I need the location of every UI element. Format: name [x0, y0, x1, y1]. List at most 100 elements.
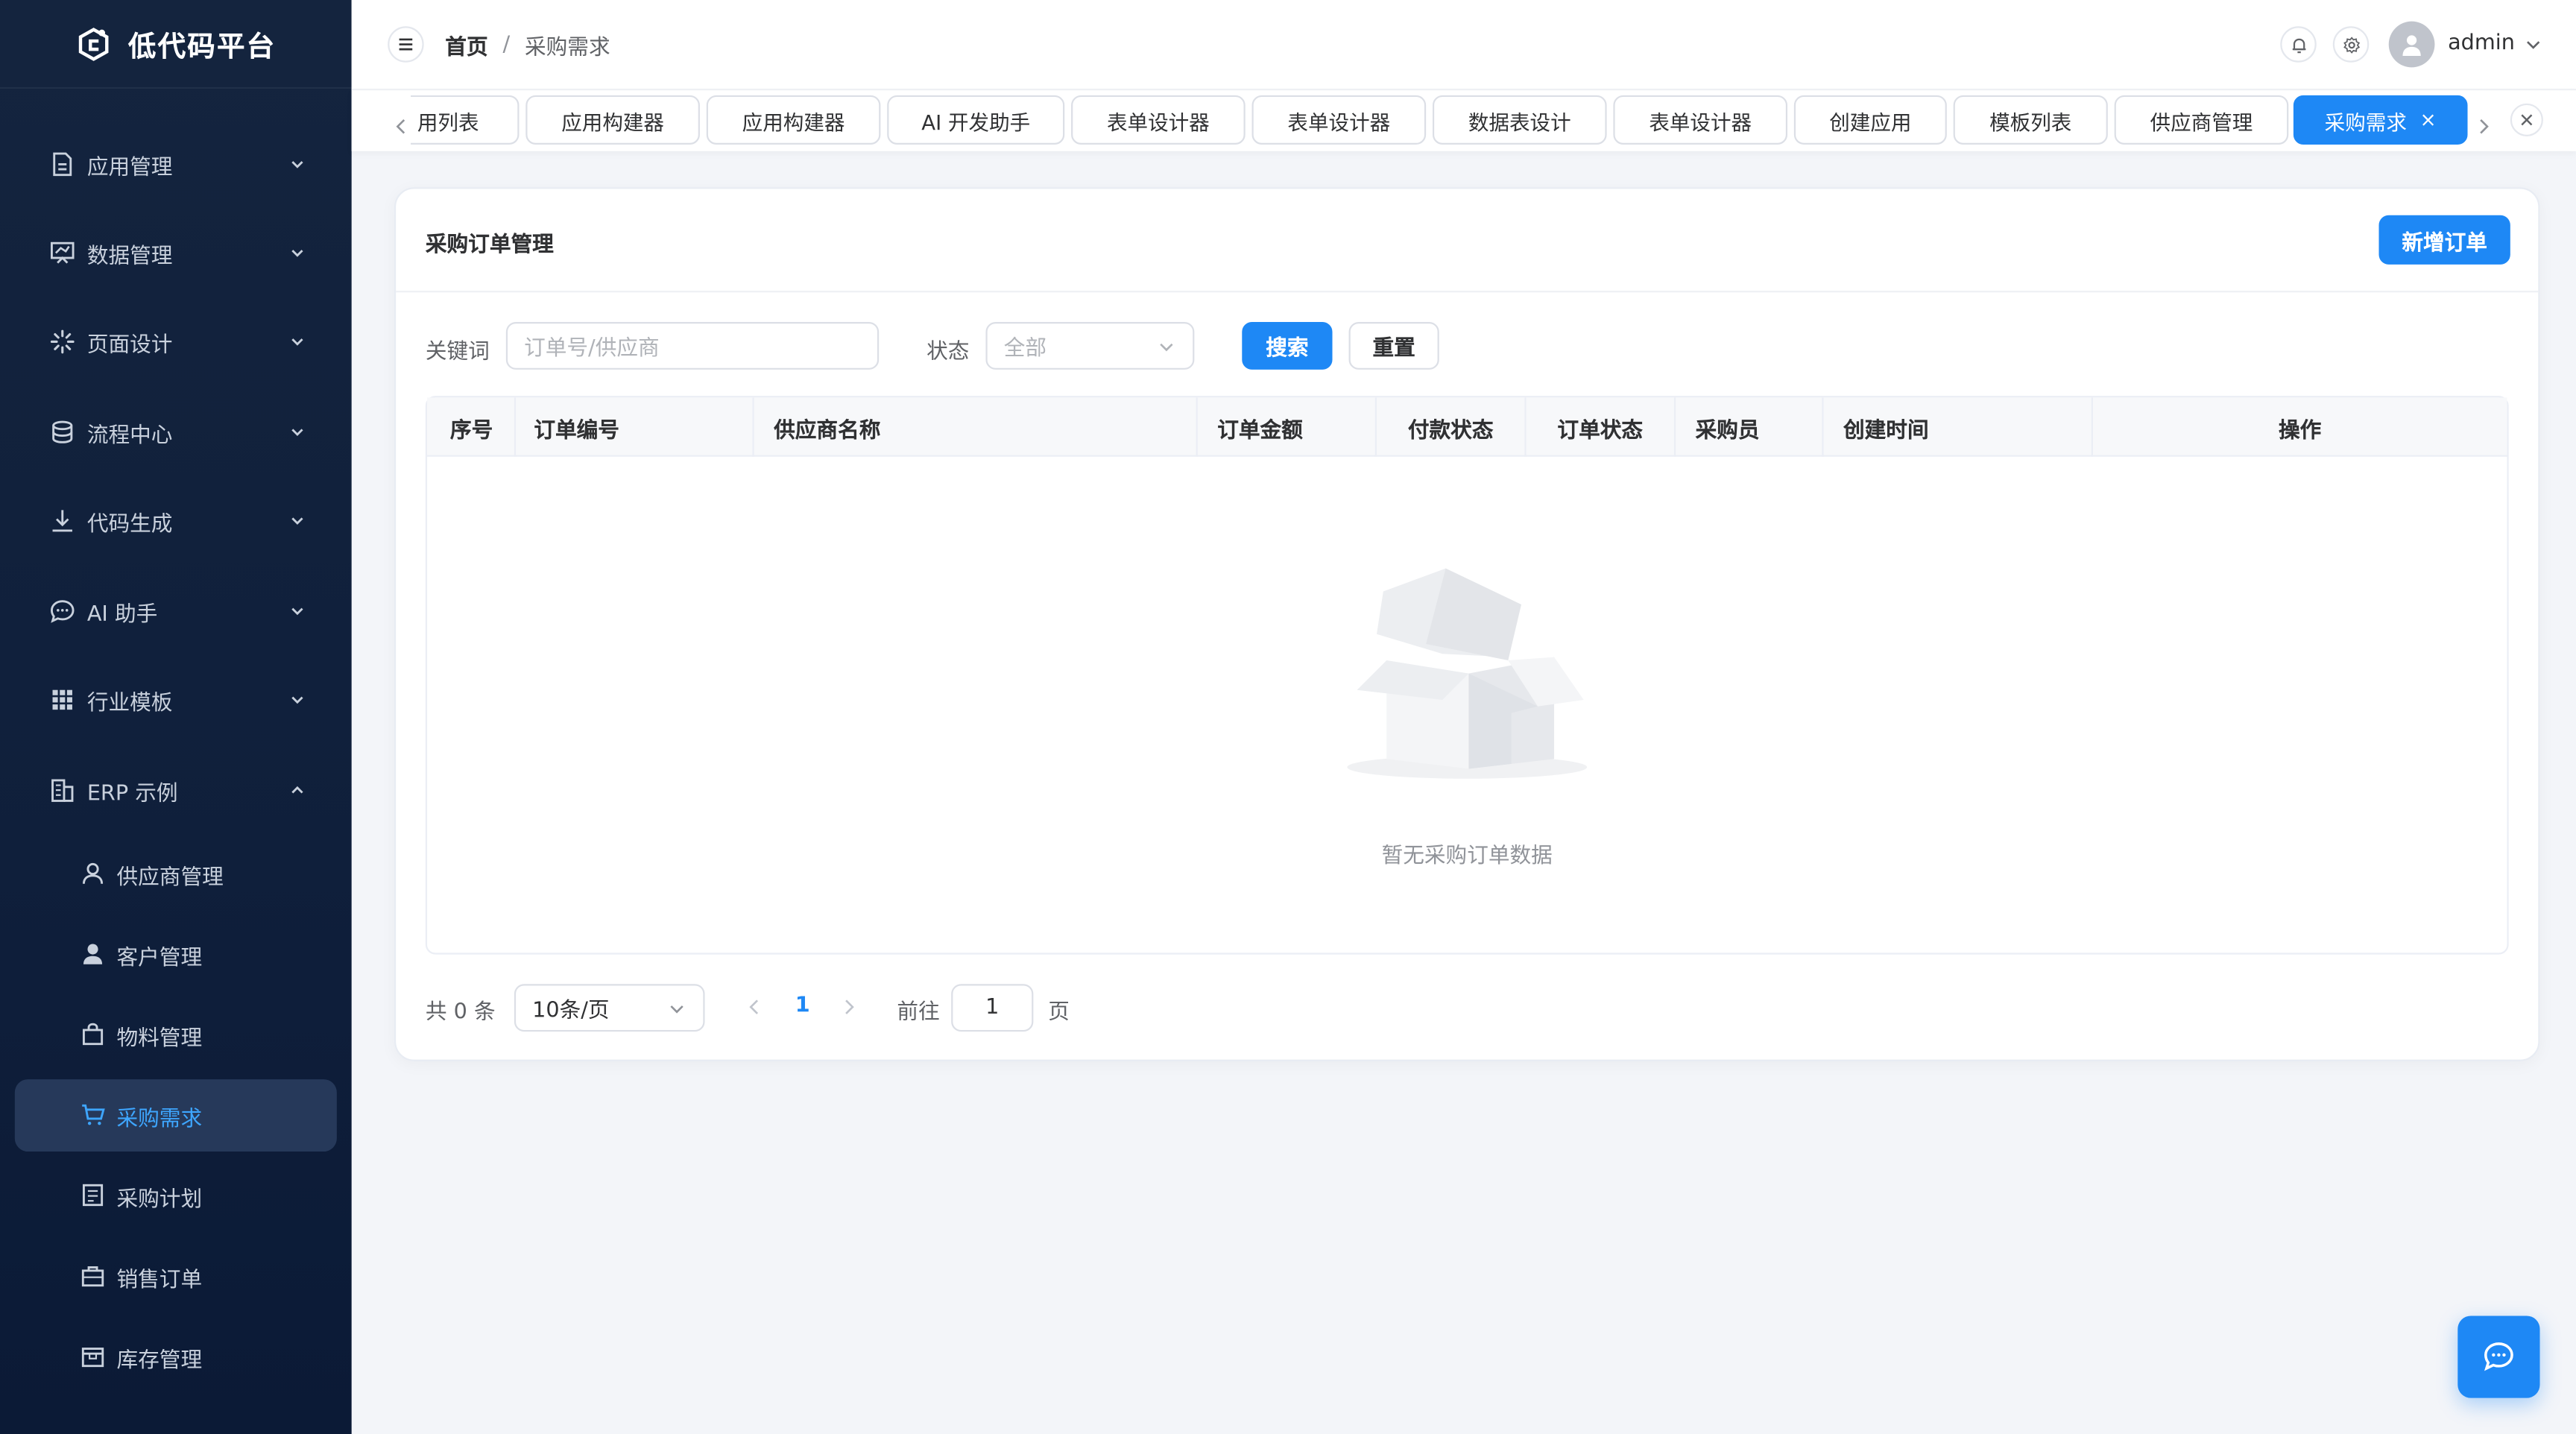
tabs-bar: 用列表 应用构建器 应用构建器 AI 开发助手 表单设计器 表单设计器 数据表设… [351, 89, 2576, 151]
status-select-value: 全部 [1003, 336, 1047, 361]
submenu-purchase-plan[interactable]: 采购计划 [15, 1160, 337, 1232]
settings-button[interactable] [2332, 26, 2370, 63]
column-header: 创建时间 [1824, 397, 2094, 457]
coin-stack-icon [49, 419, 75, 445]
breadcrumb-home[interactable]: 首页 [445, 30, 487, 60]
menu-fold-icon [397, 36, 414, 52]
logo-icon [75, 25, 111, 61]
menu-label: 数据管理 [86, 244, 173, 269]
new-order-button[interactable]: 新增订单 [2378, 215, 2510, 265]
column-header: 采购员 [1676, 397, 1824, 457]
collapse-menu-button[interactable] [388, 26, 424, 63]
column-header: 供应商名称 [754, 397, 1198, 457]
reset-button[interactable]: 重置 [1348, 322, 1439, 370]
pagination: 共 0 条 10条/页 1 前往 1 页 [426, 984, 1411, 1033]
card-header: 采购订单管理 新增订单 [396, 189, 2539, 293]
menu-label: 页面设计 [86, 332, 173, 358]
chevron-down-icon [288, 511, 307, 530]
monitor-icon [49, 240, 75, 266]
tab-app-list[interactable]: 用列表 [411, 95, 520, 145]
search-button[interactable]: 搜索 [1242, 322, 1333, 370]
menu-label: 流程中心 [86, 423, 173, 448]
menu-label: AI 助手 [86, 601, 158, 627]
page-size-select[interactable]: 10条/页 [514, 984, 705, 1032]
column-header: 订单金额 [1198, 397, 1377, 457]
chevron-down-icon [288, 601, 307, 621]
menu-data-management[interactable]: 数据管理 [0, 220, 352, 285]
avatar[interactable] [2388, 21, 2435, 68]
tab-purchase-demand[interactable]: 采购需求 × [2293, 95, 2468, 145]
goto-label: 前往 [897, 1000, 940, 1026]
document-icon [49, 151, 75, 177]
tab-ai-dev-assistant[interactable]: AI 开发助手 [887, 95, 1065, 145]
menu-erp-example[interactable]: ERP 示例 [0, 757, 352, 823]
menu-page-design[interactable]: 页面设计 [0, 309, 352, 374]
table-header: 序号 订单编号 供应商名称 订单金额 付款状态 订单状态 采购员 创建时间 操作 [427, 397, 2507, 457]
tab-app-builder-2[interactable]: 应用构建器 [706, 95, 881, 145]
close-icon[interactable]: × [2420, 108, 2437, 131]
submenu-label: 销售订单 [116, 1267, 203, 1292]
tab-form-designer[interactable]: 表单设计器 [1071, 95, 1246, 145]
tab-label: 供应商管理 [2150, 109, 2253, 134]
menu-label: 行业模板 [86, 690, 173, 716]
tab-label: 创建应用 [1829, 109, 1912, 134]
menu-process-center[interactable]: 流程中心 [0, 399, 352, 465]
tab-label: 模板列表 [1989, 109, 2072, 134]
submenu-supplier-management[interactable]: 供应商管理 [15, 838, 337, 910]
tab-label: 表单设计器 [1106, 109, 1210, 134]
tab-label: 表单设计器 [1287, 109, 1391, 134]
tabs-scroll-left-icon[interactable] [394, 119, 408, 135]
tab-form-designer-2[interactable]: 表单设计器 [1251, 95, 1427, 145]
breadcrumb-separator: / [502, 33, 511, 58]
loading-icon [49, 329, 75, 355]
top-header: 首页 / 采购需求 admin [351, 0, 2576, 89]
office-building-icon [49, 777, 75, 803]
chevron-down-icon [667, 999, 686, 1018]
close-all-tabs-button[interactable] [2510, 103, 2543, 136]
prev-page-button[interactable] [748, 999, 761, 1015]
submenu-sales-orders[interactable]: 销售订单 [15, 1240, 337, 1313]
total-count: 共 0 条 [425, 1000, 496, 1026]
breadcrumb: 首页 / 采购需求 [445, 30, 610, 60]
tab-data-table-design[interactable]: 数据表设计 [1432, 95, 1607, 145]
next-page-button[interactable] [843, 999, 856, 1015]
notification-button[interactable] [2280, 26, 2317, 63]
submenu-material-management[interactable]: 物料管理 [15, 999, 337, 1071]
app-logo[interactable]: 低代码平台 [0, 0, 352, 89]
chevron-down-icon [288, 332, 307, 351]
submenu-customer-management[interactable]: 客户管理 [15, 918, 337, 991]
submenu-purchase-demand[interactable]: 采购需求 [14, 1079, 337, 1152]
column-header: 序号 [427, 397, 517, 457]
tab-label: 采购需求 [2324, 109, 2407, 134]
username[interactable]: admin [2448, 31, 2515, 56]
menu-industry-templates[interactable]: 行业模板 [0, 667, 352, 733]
chevron-down-icon [1157, 337, 1176, 356]
status-select[interactable]: 全部 [985, 322, 1195, 370]
tab-template-list[interactable]: 模板列表 [1953, 95, 2108, 145]
column-header: 订单状态 [1527, 397, 1676, 457]
handbag-icon [80, 1022, 105, 1046]
tickets-icon [80, 1183, 105, 1207]
chevron-down-icon [288, 690, 307, 710]
submenu-inventory-management[interactable]: 库存管理 [15, 1321, 337, 1393]
menu-label: ERP 示例 [86, 781, 178, 806]
menu-app-management[interactable]: 应用管理 [0, 131, 352, 197]
tab-create-app[interactable]: 创建应用 [1793, 95, 1947, 145]
menu-code-generation[interactable]: 代码生成 [0, 488, 352, 554]
chat-float-button[interactable] [2457, 1315, 2540, 1398]
keyword-input[interactable]: 订单号/供应商 [505, 322, 880, 370]
tab-app-builder[interactable]: 应用构建器 [525, 95, 700, 145]
goto-page-input[interactable]: 1 [951, 984, 1034, 1032]
chevron-down-icon [288, 154, 307, 174]
chevron-down-icon[interactable] [2523, 34, 2542, 54]
chevron-up-icon [288, 780, 307, 800]
menu-ai-assistant[interactable]: AI 助手 [0, 578, 352, 644]
user-filled-icon [80, 941, 105, 966]
tab-supplier-management[interactable]: 供应商管理 [2114, 95, 2289, 145]
page-number-current[interactable]: 1 [795, 994, 810, 1018]
tabs-scroll-right-icon[interactable] [2478, 119, 2491, 135]
tab-label: 数据表设计 [1468, 109, 1571, 134]
tab-form-designer-3[interactable]: 表单设计器 [1613, 95, 1788, 145]
goto-page-value: 1 [985, 995, 1000, 1020]
status-label: 状态 [926, 340, 970, 365]
